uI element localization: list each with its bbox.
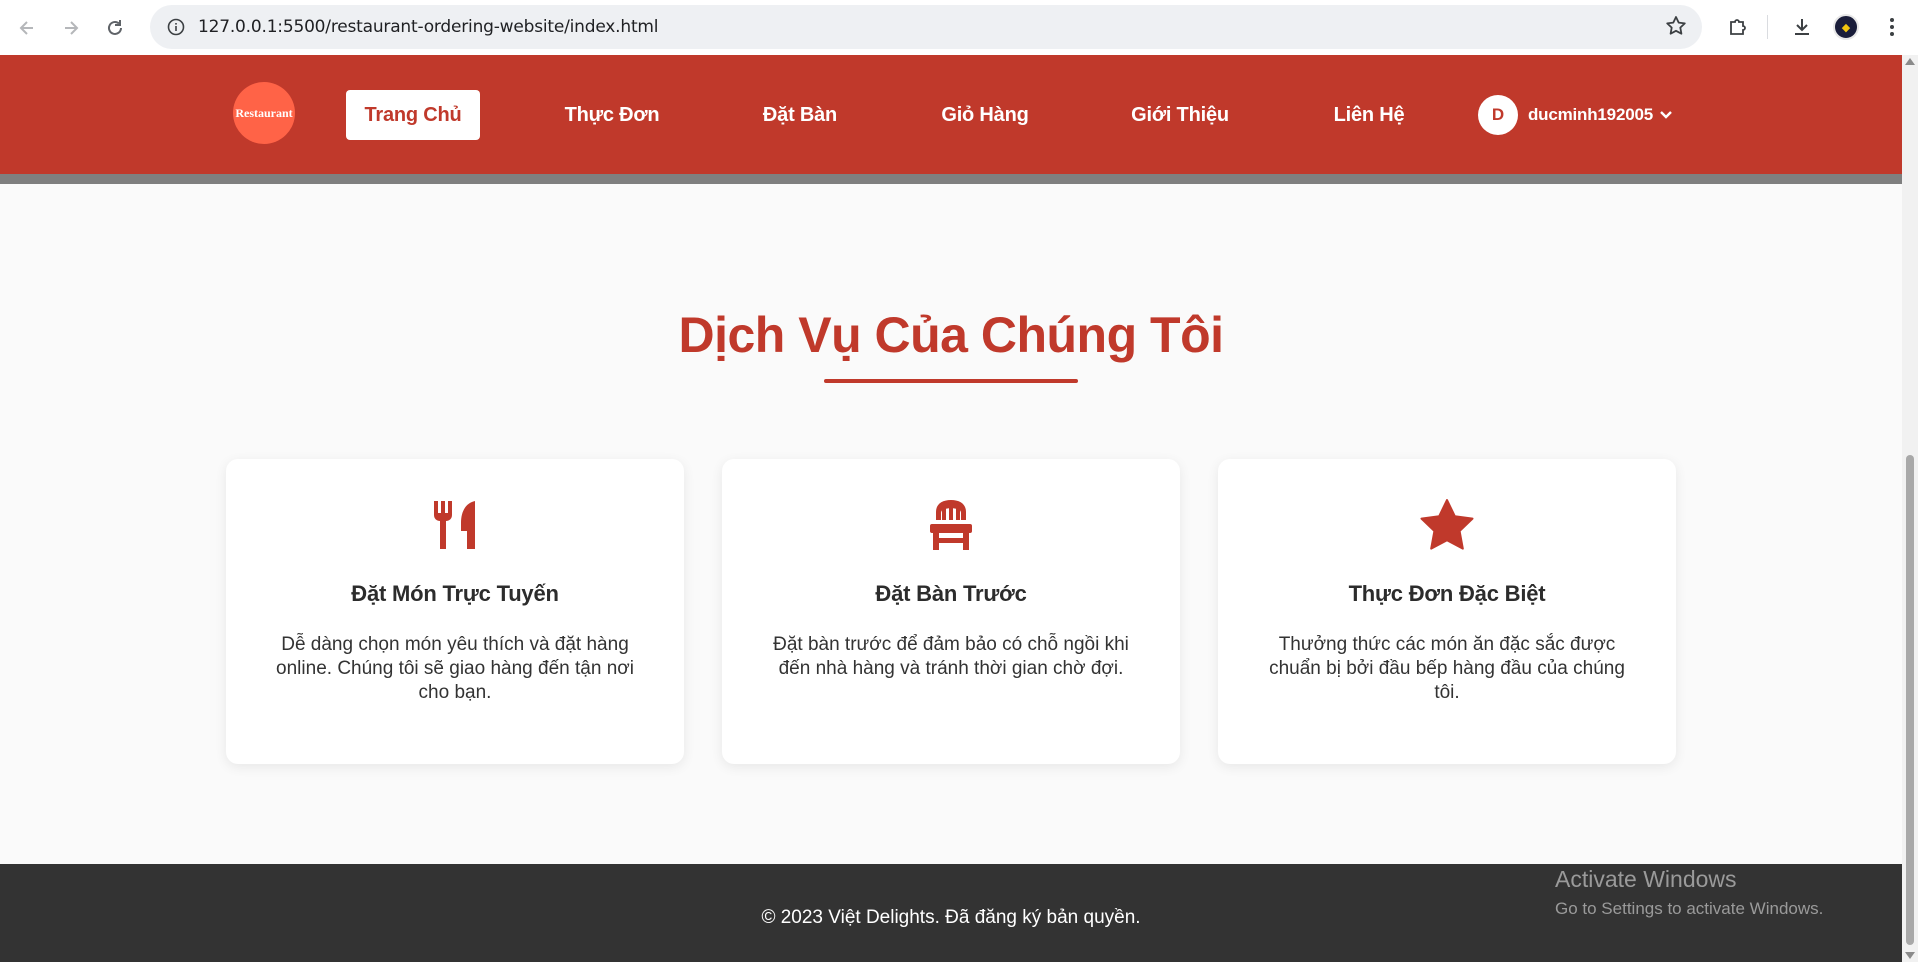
nav-item-home[interactable]: Trang Chủ xyxy=(346,90,480,140)
reload-icon xyxy=(108,19,122,35)
back-button[interactable] xyxy=(5,6,49,50)
scroll-thumb[interactable] xyxy=(1906,455,1914,945)
arrow-left-icon xyxy=(19,20,33,35)
card-title: Thực Đơn Đặc Biệt xyxy=(1348,581,1546,606)
service-card: Đặt Bàn Trước Đặt bàn trước để đảm bảo c… xyxy=(722,459,1180,764)
nav-item-contact[interactable]: Liên Hệ xyxy=(1316,90,1422,140)
nav-item-reservation[interactable]: Đặt Bàn xyxy=(738,90,862,140)
chevron-down-icon xyxy=(1659,110,1673,120)
extensions-button[interactable] xyxy=(1716,5,1760,49)
download-button[interactable] xyxy=(1780,5,1824,49)
site-logo[interactable]: Restaurant xyxy=(233,82,295,144)
watermark-title: Activate Windows xyxy=(1555,866,1737,892)
toolbar-divider xyxy=(1767,15,1768,39)
activate-windows-watermark: Activate Windows Go to Settings to activ… xyxy=(1555,866,1823,919)
star-outline-icon[interactable] xyxy=(1664,14,1688,43)
chair-icon xyxy=(722,497,1180,553)
scroll-up-arrow[interactable] xyxy=(1905,58,1915,65)
profile-button[interactable]: ◆ xyxy=(1824,5,1868,49)
service-card: Đặt Món Trực Tuyến Dễ dàng chọn món yêu … xyxy=(226,459,684,764)
nav-item-cart[interactable]: Giỏ Hàng xyxy=(925,90,1045,140)
kebab-icon xyxy=(1890,18,1894,36)
card-description: Dễ dàng chọn món yêu thích và đặt hàng o… xyxy=(276,634,634,703)
page-scrollbar[interactable] xyxy=(1902,55,1918,962)
header-divider xyxy=(0,174,1902,184)
utensils-icon xyxy=(226,497,684,553)
watermark-subtitle: Go to Settings to activate Windows. xyxy=(1555,899,1824,918)
card-title: Đặt Bàn Trước xyxy=(875,581,1027,606)
user-menu[interactable]: D ducminh192005 xyxy=(1478,95,1673,135)
nav-item-menu[interactable]: Thực Đơn xyxy=(545,90,679,140)
section-title: Dịch Vụ Của Chúng Tôi xyxy=(678,307,1224,363)
card-description: Đặt bàn trước để đảm bảo có chỗ ngồi khi… xyxy=(773,634,1129,679)
arrow-right-icon xyxy=(65,20,79,35)
browser-menu-button[interactable] xyxy=(1872,5,1912,49)
scroll-down-arrow[interactable] xyxy=(1905,952,1915,959)
user-name: ducminh192005 xyxy=(1528,105,1653,124)
nav-item-about[interactable]: Giới Thiệu xyxy=(1115,90,1245,140)
download-icon xyxy=(1795,19,1809,35)
reload-button[interactable] xyxy=(93,6,137,50)
card-title: Đặt Món Trực Tuyến xyxy=(351,581,559,606)
puzzle-icon xyxy=(1730,19,1746,35)
url-text[interactable]: 127.0.0.1:5500/restaurant-ordering-websi… xyxy=(198,17,658,37)
browser-toolbar: 127.0.0.1:5500/restaurant-ordering-websi… xyxy=(0,0,1918,55)
user-avatar: D xyxy=(1478,95,1518,135)
card-description: Thưởng thức các món ăn đặc sắc được chuẩ… xyxy=(1269,634,1625,703)
star-icon xyxy=(1218,497,1676,553)
forward-button[interactable] xyxy=(49,6,93,50)
service-card: Thực Đơn Đặc Biệt Thưởng thức các món ăn… xyxy=(1218,459,1676,764)
avatar: ◆ xyxy=(1833,14,1859,40)
title-underline xyxy=(824,379,1078,383)
logo-text: Restaurant xyxy=(235,105,293,120)
info-icon[interactable] xyxy=(154,5,198,49)
address-bar[interactable]: 127.0.0.1:5500/restaurant-ordering-websi… xyxy=(150,5,1702,49)
